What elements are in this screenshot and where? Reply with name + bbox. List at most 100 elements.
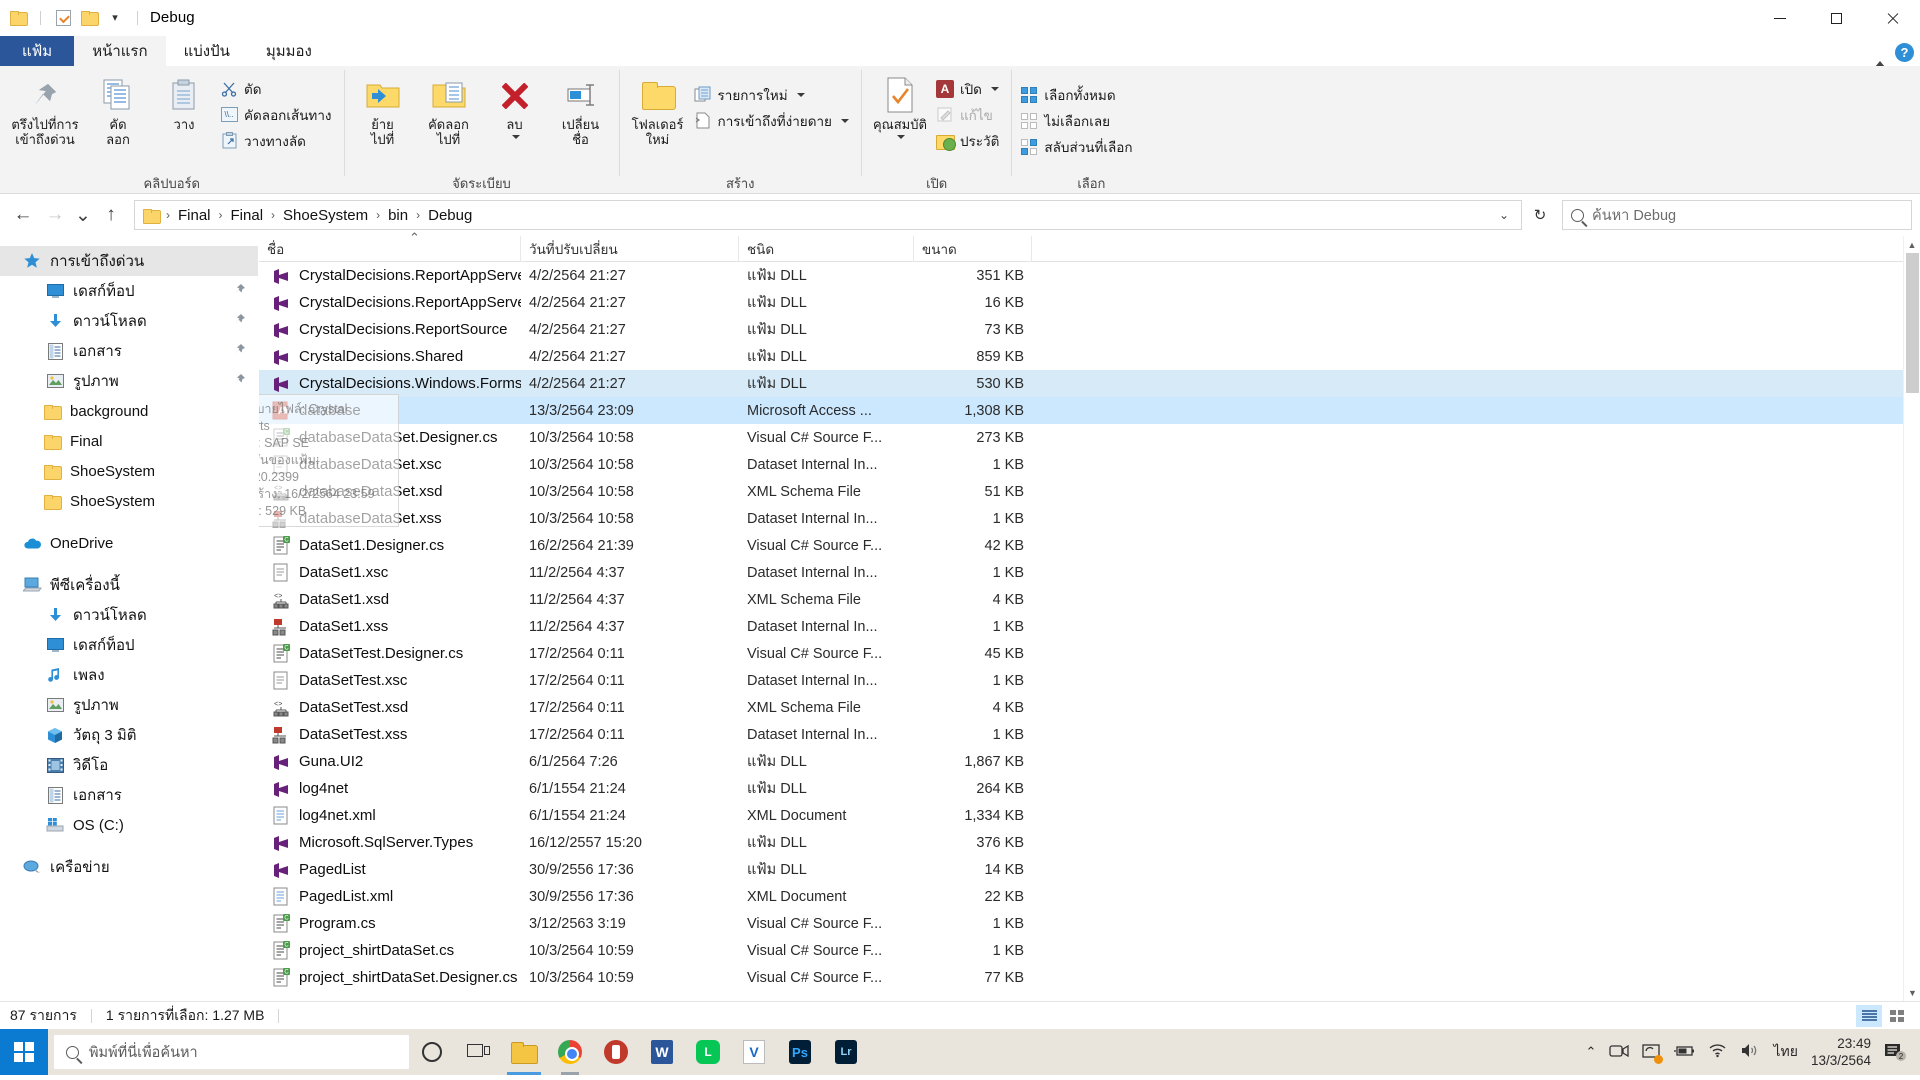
- tab-share[interactable]: แบ่งปัน: [166, 36, 248, 66]
- breadcrumb-item-debug[interactable]: Debug: [422, 202, 478, 228]
- sidebar-item-documents-pc[interactable]: เอกสาร: [0, 780, 258, 810]
- table-row[interactable]: PagedList.xml 30/9/2556 17:36 XML Document…: [259, 883, 1903, 910]
- tab-home[interactable]: หน้าแรก: [74, 36, 166, 66]
- copy-button[interactable]: คัด ลอก: [86, 72, 150, 149]
- sidebar-item-network[interactable]: เครือข่าย: [0, 852, 258, 882]
- table-row[interactable]: DataSetTest.xss 17/2/2564 0:11 Dataset Int…: [259, 721, 1903, 748]
- file-name-cell[interactable]: C DataSet1.Designer.cs: [259, 536, 521, 556]
- up-button[interactable]: ↑: [96, 200, 126, 230]
- tab-view[interactable]: มุมมอง: [248, 36, 330, 66]
- file-name-cell[interactable]: C DataSetTest.Designer.cs: [259, 644, 521, 664]
- table-row[interactable]: <> DataSetTest.xsd 17/2/2564 0:11 XML Schem…: [259, 694, 1903, 721]
- table-row[interactable]: DataSetTest.xsc 17/2/2564 0:11 Dataset Int…: [259, 667, 1903, 694]
- file-name-cell[interactable]: CrystalDecisions.Shared: [259, 347, 521, 367]
- table-row[interactable]: Cproject_shirtDataSet.cs 10/3/2564 10:59 V…: [259, 937, 1903, 964]
- sidebar-item-videos[interactable]: วิดีโอ: [0, 750, 258, 780]
- file-name-cell[interactable]: databaseDataSet.xsc: [259, 455, 521, 475]
- table-row[interactable]: C DataSetTest.Designer.cs 17/2/2564 0:11 Vi…: [259, 640, 1903, 667]
- file-name-cell[interactable]: <> DataSetTest.xsd: [259, 698, 521, 718]
- wifi-icon[interactable]: [1708, 1043, 1727, 1061]
- table-row[interactable]: C DataSet1.Designer.cs 16/2/2564 21:39 Visu…: [259, 532, 1903, 559]
- sidebar-item-shoesystem-2[interactable]: ShoeSystem: [0, 486, 258, 516]
- breadcrumb-dropdown-icon[interactable]: ⌄: [1491, 208, 1517, 222]
- table-row[interactable]: CrystalDecisions.ReportAppServer.XmlSe..…: [259, 289, 1903, 316]
- clock[interactable]: 23:49 13/3/2564: [1811, 1035, 1871, 1069]
- pin-to-quick-access-button[interactable]: ตรึงไปที่การ เข้าถึงด่วน: [6, 72, 84, 149]
- table-row[interactable]: <> databaseDataSet.xsd 10/3/2564 10:58 XML …: [259, 478, 1903, 505]
- lightroom-icon[interactable]: Lr: [823, 1029, 869, 1075]
- file-name-cell[interactable]: <> databaseDataSet.xsd: [259, 482, 521, 502]
- chevron-down-icon[interactable]: [796, 92, 805, 97]
- table-row[interactable]: Adatabase 13/3/2564 23:09 Microsoft Access…: [259, 394, 1903, 527]
- select-all-button[interactable]: เลือกทั้งหมด: [1018, 82, 1138, 107]
- collapse-ribbon-button[interactable]: [1875, 44, 1885, 67]
- checkbox-icon[interactable]: [53, 8, 73, 28]
- file-name-cell[interactable]: PagedList.xml: [259, 887, 521, 907]
- file-name-cell[interactable]: Adatabase: [259, 401, 521, 421]
- invert-selection-button[interactable]: สลับส่วนที่เลือก: [1018, 134, 1138, 159]
- breadcrumb-item-final[interactable]: Final: [172, 202, 217, 228]
- line-icon[interactable]: L: [685, 1029, 731, 1075]
- properties-button[interactable]: คุณสมบัติ: [868, 72, 932, 141]
- column-header-size[interactable]: ขนาด: [914, 235, 1032, 262]
- file-name-cell[interactable]: log4net: [259, 779, 521, 799]
- table-row[interactable]: databaseDataSet.xsc 10/3/2564 10:58 Datase…: [259, 451, 1903, 478]
- table-row[interactable]: CdatabaseDataSet.Designer.cs 10/3/2564 10…: [259, 424, 1903, 451]
- maximize-button[interactable]: [1808, 0, 1864, 36]
- red-app-icon[interactable]: [593, 1029, 639, 1075]
- file-name-cell[interactable]: DataSet1.xsc: [259, 563, 521, 583]
- file-name-cell[interactable]: CrystalDecisions.ReportAppServer.XmlSe..…: [259, 293, 521, 313]
- sidebar-item-downloads[interactable]: ดาวน์โหลด: [0, 306, 258, 336]
- table-row[interactable]: log4net 6/1/1554 21:24 แฟ้ม DLL 264 KB: [259, 775, 1903, 802]
- sidebar-item-documents[interactable]: เอกสาร: [0, 336, 258, 366]
- file-name-cell[interactable]: <> DataSet1.xsd: [259, 590, 521, 610]
- table-row[interactable]: CrystalDecisions.ReportAppServer.Report.…: [259, 262, 1903, 289]
- table-row[interactable]: CrystalDecisions.Windows.Forms 4/2/2564 2…: [259, 370, 1903, 397]
- paste-shortcut-button[interactable]: วางทางลัด: [218, 128, 338, 153]
- sidebar-item-music[interactable]: เพลง: [0, 660, 258, 690]
- rename-button[interactable]: เปลี่ยน ชื่อ: [549, 72, 613, 149]
- start-button[interactable]: [0, 1029, 48, 1075]
- table-row[interactable]: databaseDataSet.xss 10/3/2564 10:58 Datase…: [259, 505, 1903, 532]
- file-name-cell[interactable]: databaseDataSet.xss: [259, 509, 521, 529]
- file-name-cell[interactable]: Microsoft.SqlServer.Types: [259, 833, 521, 853]
- delete-button[interactable]: ลบ: [483, 72, 547, 141]
- sidebar-item-onedrive[interactable]: OneDrive: [0, 528, 258, 558]
- file-name-cell[interactable]: CrystalDecisions.ReportSource: [259, 320, 521, 340]
- file-name-cell[interactable]: DataSetTest.xss: [259, 725, 521, 745]
- close-button[interactable]: [1864, 0, 1920, 36]
- file-name-cell[interactable]: DataSetTest.xsc: [259, 671, 521, 691]
- column-header-date-modified[interactable]: วันที่ปรับเปลี่ยน: [521, 235, 739, 262]
- sidebar-item-pictures-pc[interactable]: รูปภาพ: [0, 690, 258, 720]
- select-none-button[interactable]: ไม่เลือกเลย: [1018, 108, 1138, 133]
- file-name-cell[interactable]: Cproject_shirtDataSet.cs: [259, 941, 521, 961]
- chevron-down-icon[interactable]: [990, 86, 999, 91]
- file-name-cell[interactable]: CrystalDecisions.ReportAppServer.Report.…: [259, 266, 521, 286]
- pin-icon[interactable]: [233, 343, 246, 360]
- sidebar-item-pictures[interactable]: รูปภาพ: [0, 366, 258, 396]
- sidebar-item-this-pc[interactable]: พีซีเครื่องนี้: [0, 570, 258, 600]
- move-to-button[interactable]: ย้าย ไปที่: [351, 72, 415, 149]
- tab-file[interactable]: แฟ้ม: [0, 36, 75, 66]
- table-row[interactable]: log4net.xml 6/1/1554 21:24 XML Document 1,3…: [259, 802, 1903, 829]
- column-header-type[interactable]: ชนิด: [739, 235, 914, 262]
- forward-button[interactable]: →: [40, 200, 70, 230]
- open-button[interactable]: A เปิด: [934, 76, 1005, 101]
- meet-now-icon[interactable]: [1609, 1043, 1630, 1062]
- table-row[interactable]: CrystalDecisions.Shared 4/2/2564 21:27 แฟ้…: [259, 343, 1903, 370]
- sidebar-item-downloads-pc[interactable]: ดาวน์โหลด: [0, 600, 258, 630]
- pin-icon[interactable]: [233, 373, 246, 390]
- folder-icon[interactable]: [79, 8, 99, 28]
- help-icon[interactable]: ?: [1895, 43, 1914, 62]
- sidebar-item-final[interactable]: Final: [0, 426, 258, 456]
- breadcrumb-item-bin[interactable]: bin: [382, 202, 414, 228]
- file-explorer-icon[interactable]: [501, 1029, 547, 1075]
- table-row[interactable]: DataSet1.xsc 11/2/2564 4:37 Dataset Intern…: [259, 559, 1903, 586]
- task-view-icon[interactable]: [455, 1029, 501, 1075]
- new-item-button[interactable]: รายการใหม่: [692, 82, 855, 107]
- chevron-down-icon[interactable]: [512, 135, 521, 139]
- large-icons-view-button[interactable]: [1884, 1005, 1910, 1027]
- breadcrumb-item-shoesystem[interactable]: ShoeSystem: [277, 202, 374, 228]
- details-view-button[interactable]: [1856, 1004, 1882, 1027]
- breadcrumb[interactable]: › Final › Final › ShoeSystem › bin › Deb…: [134, 200, 1522, 230]
